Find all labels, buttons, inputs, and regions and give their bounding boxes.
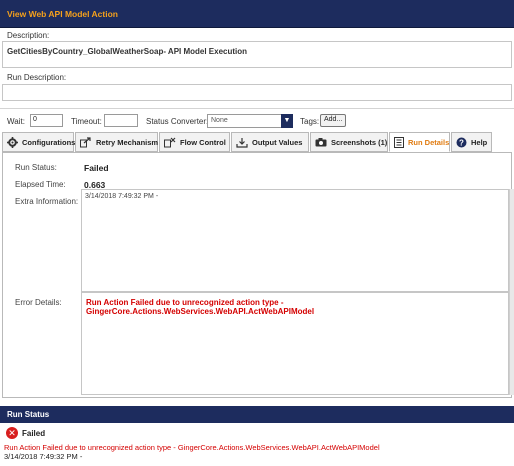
run-status-message: Run Action Failed due to unrecognized ac… <box>4 443 380 452</box>
run-details-panel: Run Status: Failed Elapsed Time: 0.663 E… <box>2 152 514 398</box>
retry-icon <box>80 136 92 148</box>
description-value: GetCitiesByCountry_GlobalWeatherSoap- AP… <box>7 47 248 56</box>
extra-information-label: Extra Information: <box>15 197 79 206</box>
run-status-label: Run Status: <box>15 163 57 172</box>
tab-label: Help <box>471 137 488 147</box>
tab-run-details[interactable]: Run Details <box>389 132 450 152</box>
tab-label: Configurations <box>22 137 76 147</box>
description-label: Description: <box>7 31 50 40</box>
chevron-down-icon[interactable]: ▼ <box>281 114 293 128</box>
error-details-box[interactable]: Run Action Failed due to unrecognized ac… <box>81 292 509 395</box>
run-status-value: Failed <box>84 163 109 173</box>
svg-text:?: ? <box>459 138 464 147</box>
extra-information-box[interactable]: 3/14/2018 7:49:32 PM - <box>81 189 509 292</box>
error-details-label: Error Details: <box>15 298 62 307</box>
tab-label: Retry Mechanism <box>96 137 159 147</box>
add-tag-button[interactable]: Add... <box>320 114 347 127</box>
run-status-timestamp: 3/14/2018 7:49:32 PM - <box>4 452 83 461</box>
extra-information-value: 3/14/2018 7:49:32 PM - <box>85 193 159 200</box>
status-converter-label: Status Converter: <box>146 117 209 126</box>
tab-configurations[interactable]: Configurations <box>2 132 76 152</box>
wait-label: Wait: <box>7 117 25 126</box>
tab-label: Flow Control <box>180 137 226 147</box>
camera-icon <box>315 136 327 148</box>
tab-output-values[interactable]: Output Values <box>231 132 309 152</box>
flow-control-icon <box>164 136 176 148</box>
run-status-header: Run Status <box>0 406 514 423</box>
run-details-icon <box>394 136 404 148</box>
help-icon: ? <box>456 136 467 148</box>
timeout-input[interactable] <box>104 114 138 127</box>
tags-label: Tags: <box>300 117 320 126</box>
tab-retry-mechanism[interactable]: Retry Mechanism <box>75 132 158 152</box>
tab-label: Run Details <box>408 137 450 147</box>
tab-help[interactable]: ? Help <box>451 132 492 152</box>
elapsed-time-label: Elapsed Time: <box>15 180 66 189</box>
status-converter-select[interactable]: None ▼ <box>207 114 293 128</box>
tab-flow-control[interactable]: Flow Control <box>159 132 230 152</box>
tab-screenshots[interactable]: Screenshots (1) <box>310 132 388 152</box>
run-status-text: Failed <box>22 429 46 438</box>
options-separator <box>0 108 514 109</box>
error-details-value: Run Action Failed due to unrecognized ac… <box>86 298 315 316</box>
description-field[interactable]: GetCitiesByCountry_GlobalWeatherSoap- AP… <box>2 41 512 68</box>
window-title: View Web API Model Action <box>0 0 514 28</box>
status-converter-value: None <box>211 117 228 124</box>
run-description-field[interactable] <box>2 84 512 101</box>
output-values-icon <box>236 136 248 148</box>
vertical-scrollbar[interactable] <box>509 189 514 395</box>
failed-icon: ✕ <box>6 427 18 439</box>
gear-icon <box>7 136 18 148</box>
tab-label: Output Values <box>252 137 303 147</box>
wait-input[interactable]: 0 <box>30 114 63 127</box>
timeout-label: Timeout: <box>71 117 102 126</box>
run-description-label: Run Description: <box>7 73 67 82</box>
run-status-body: ✕ Failed Run Action Failed due to unreco… <box>0 423 514 466</box>
tab-label: Screenshots (1) <box>331 137 388 147</box>
